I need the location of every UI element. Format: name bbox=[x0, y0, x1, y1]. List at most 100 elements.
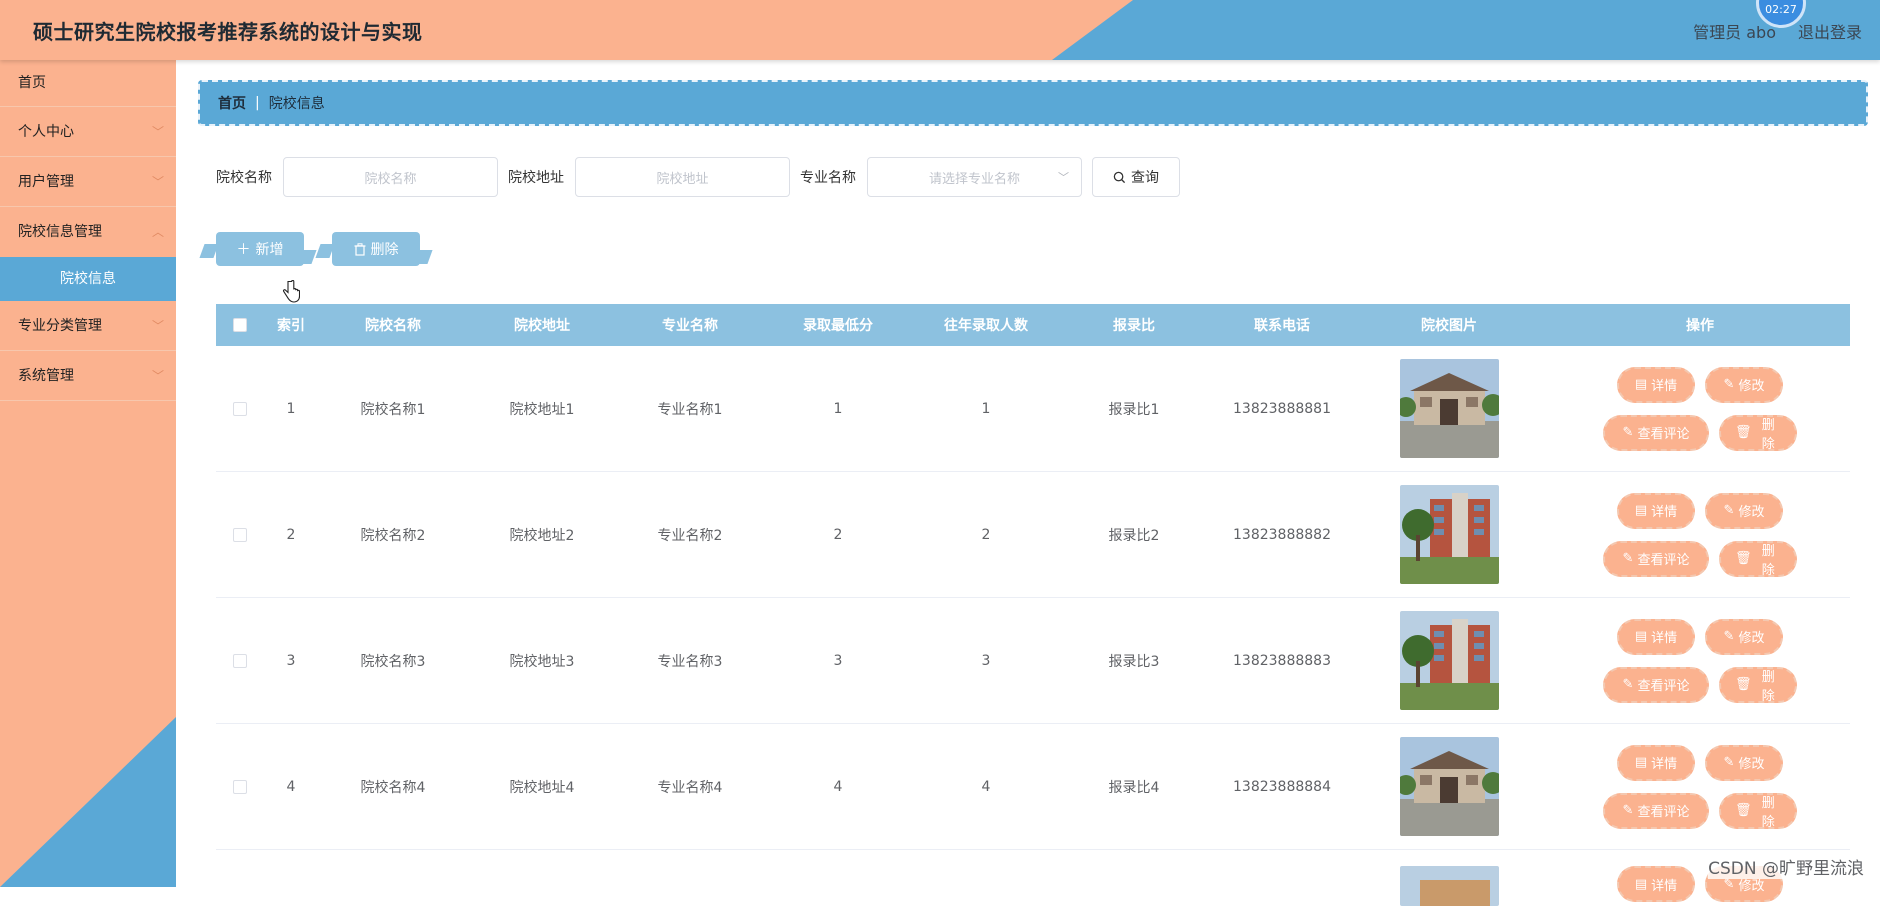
cell-school-name: 院校名称1 bbox=[318, 399, 468, 419]
delete-button[interactable]: 🗑 删除 bbox=[1719, 541, 1797, 577]
admin-label: 管理员 abo bbox=[1693, 19, 1776, 43]
school-gate-photo[interactable] bbox=[1400, 359, 1499, 458]
header-index: 索引 bbox=[264, 315, 318, 335]
cell-school-address: 院校地址4 bbox=[468, 777, 616, 797]
trash-icon: 🗑 bbox=[1735, 803, 1752, 818]
detail-button-label: 详情 bbox=[1651, 753, 1677, 772]
row-checkbox[interactable] bbox=[233, 780, 247, 794]
sidebar-item-label: 系统管理 bbox=[18, 368, 74, 384]
school-gate-photo[interactable] bbox=[1400, 737, 1499, 836]
cell-index: 1 bbox=[264, 401, 318, 417]
view-comments-button[interactable]: ✎查看评论 bbox=[1603, 541, 1709, 577]
trash-icon bbox=[354, 243, 366, 256]
view-comments-label: 查看评论 bbox=[1637, 549, 1689, 568]
sidebar-item-user-management[interactable]: 用户管理﹀ bbox=[0, 157, 176, 207]
sidebar-item-personal-center[interactable]: 个人中心 ﹀ bbox=[0, 107, 176, 157]
pencil-icon: ✎ bbox=[1724, 377, 1735, 392]
add-button[interactable]: ＋ 新增 bbox=[216, 232, 304, 266]
school-building-photo[interactable] bbox=[1400, 611, 1499, 710]
cell-major-name: 专业名称1 bbox=[616, 399, 764, 419]
detail-button[interactable]: ▤ 详情 bbox=[1617, 745, 1695, 781]
header-phone: 联系电话 bbox=[1208, 315, 1356, 335]
query-button[interactable]: 查询 bbox=[1092, 157, 1180, 197]
cell-school-image bbox=[1356, 485, 1542, 584]
sidebar-corner-decoration bbox=[0, 717, 176, 887]
school-building-photo[interactable] bbox=[1400, 485, 1499, 584]
trash-icon: 🗑 bbox=[1735, 551, 1752, 566]
cell-phone: 13823888884 bbox=[1208, 779, 1356, 795]
breadcrumb-home[interactable]: 首页 bbox=[218, 93, 246, 113]
delete-button[interactable]: 🗑删除 bbox=[1719, 415, 1797, 451]
detail-button[interactable]: ▤详情 bbox=[1617, 866, 1695, 902]
chevron-down-icon: ﹀ bbox=[152, 107, 164, 157]
doc-icon: ▤ bbox=[1635, 755, 1647, 770]
query-button-label: 查询 bbox=[1131, 167, 1159, 187]
major-name-select[interactable]: 请选择专业名称﹀ bbox=[867, 157, 1082, 197]
edit-button-label: 修改 bbox=[1738, 501, 1764, 520]
sidebar-item-major-category-management[interactable]: 专业分类管理﹀ bbox=[0, 301, 176, 351]
edit-button[interactable]: ✎修改 bbox=[1705, 367, 1783, 403]
cell-operations: ▤ 详情 ✎修改 ✎查看评论 🗑删除 bbox=[1542, 745, 1858, 829]
cell-operations: ▤详情 ✎修改 ✎查看评论 🗑删除 bbox=[1542, 493, 1858, 577]
cell-operations: ▤详情 ✎修改 ✎查看评论 🗑删除 bbox=[1542, 619, 1858, 703]
edit-button[interactable]: ✎修改 bbox=[1705, 745, 1783, 781]
school-name-input[interactable]: 院校名称 bbox=[283, 157, 498, 197]
row-checkbox[interactable] bbox=[233, 528, 247, 542]
sidebar-item-system-management[interactable]: 系统管理 ﹀ bbox=[0, 351, 176, 401]
header-school-address: 院校地址 bbox=[468, 315, 616, 335]
trash-icon: 🗑 bbox=[1735, 425, 1752, 440]
delete-button-label: 删除 bbox=[1756, 540, 1781, 578]
edit-button[interactable]: ✎修改 bbox=[1705, 493, 1783, 529]
sidebar-item-home[interactable]: 首页 bbox=[0, 60, 176, 107]
detail-button[interactable]: ▤详情 bbox=[1617, 367, 1695, 403]
row-checkbox-cell bbox=[216, 779, 264, 795]
sidebar-item-label: 首页 bbox=[18, 75, 46, 91]
logout-button[interactable]: 退出登录 bbox=[1798, 19, 1862, 43]
edit-button[interactable]: ✎修改 bbox=[1705, 619, 1783, 655]
sidebar-item-school-info-management[interactable]: 院校信息管理 ︿ bbox=[0, 207, 176, 257]
view-comments-button[interactable]: ✎查看评论 bbox=[1603, 415, 1709, 451]
cell-school-image bbox=[1356, 359, 1542, 458]
pencil-icon: ✎ bbox=[1724, 503, 1735, 518]
view-comments-button[interactable]: ✎查看评论 bbox=[1603, 667, 1709, 703]
chevron-down-icon: ﹀ bbox=[152, 351, 164, 401]
watermark: CSDN @旷野里流浪 bbox=[1708, 854, 1864, 879]
delete-button[interactable]: 🗑删除 bbox=[1719, 667, 1797, 703]
cell-admitted-count: 4 bbox=[912, 779, 1060, 795]
button-ribbon-right bbox=[297, 250, 316, 264]
school-building-photo[interactable] bbox=[1400, 866, 1499, 906]
action-bar: ＋ 新增 删除 bbox=[216, 232, 420, 266]
detail-button[interactable]: ▤详情 bbox=[1617, 493, 1695, 529]
cell-school-image bbox=[1356, 866, 1542, 906]
cell-phone: 13823888881 bbox=[1208, 401, 1356, 417]
header-operations: 操作 bbox=[1542, 315, 1858, 335]
cell-school-address: 院校地址3 bbox=[468, 651, 616, 671]
school-name-placeholder: 院校名称 bbox=[364, 168, 416, 187]
select-all-checkbox[interactable] bbox=[233, 318, 247, 332]
row-checkbox[interactable] bbox=[233, 402, 247, 416]
sidebar-item-label: 专业分类管理 bbox=[18, 318, 102, 334]
pencil-icon: ✎ bbox=[1623, 803, 1634, 818]
chevron-up-icon: ︿ bbox=[152, 207, 164, 257]
sidebar-subitem-school-info[interactable]: 院校信息 bbox=[0, 257, 176, 301]
row-checkbox[interactable] bbox=[233, 654, 247, 668]
detail-button-label: 详情 bbox=[1651, 501, 1677, 520]
delete-button[interactable]: 🗑删除 bbox=[1719, 793, 1797, 829]
cell-ratio: 报录比2 bbox=[1060, 525, 1208, 545]
school-address-label: 院校地址 bbox=[508, 167, 564, 187]
cell-school-address: 院校地址2 bbox=[468, 525, 616, 545]
view-comments-button[interactable]: ✎查看评论 bbox=[1603, 793, 1709, 829]
batch-delete-label: 删除 bbox=[371, 239, 399, 259]
cell-school-image bbox=[1356, 737, 1542, 836]
major-name-label: 专业名称 bbox=[800, 167, 856, 187]
cell-phone: 13823888883 bbox=[1208, 653, 1356, 669]
header-major-name: 专业名称 bbox=[616, 315, 764, 335]
batch-delete-button[interactable]: 删除 bbox=[332, 232, 420, 266]
breadcrumb: 首页 | 院校信息 bbox=[198, 80, 1868, 126]
cell-operations: ▤详情 ✎修改 ✎查看评论 🗑删除 bbox=[1542, 367, 1858, 451]
sidebar-item-label: 院校信息管理 bbox=[18, 224, 102, 240]
school-address-input[interactable]: 院校地址 bbox=[575, 157, 790, 197]
chevron-down-icon: ﹀ bbox=[1058, 169, 1069, 185]
sidebar-item-label: 个人中心 bbox=[18, 124, 74, 140]
detail-button[interactable]: ▤详情 bbox=[1617, 619, 1695, 655]
